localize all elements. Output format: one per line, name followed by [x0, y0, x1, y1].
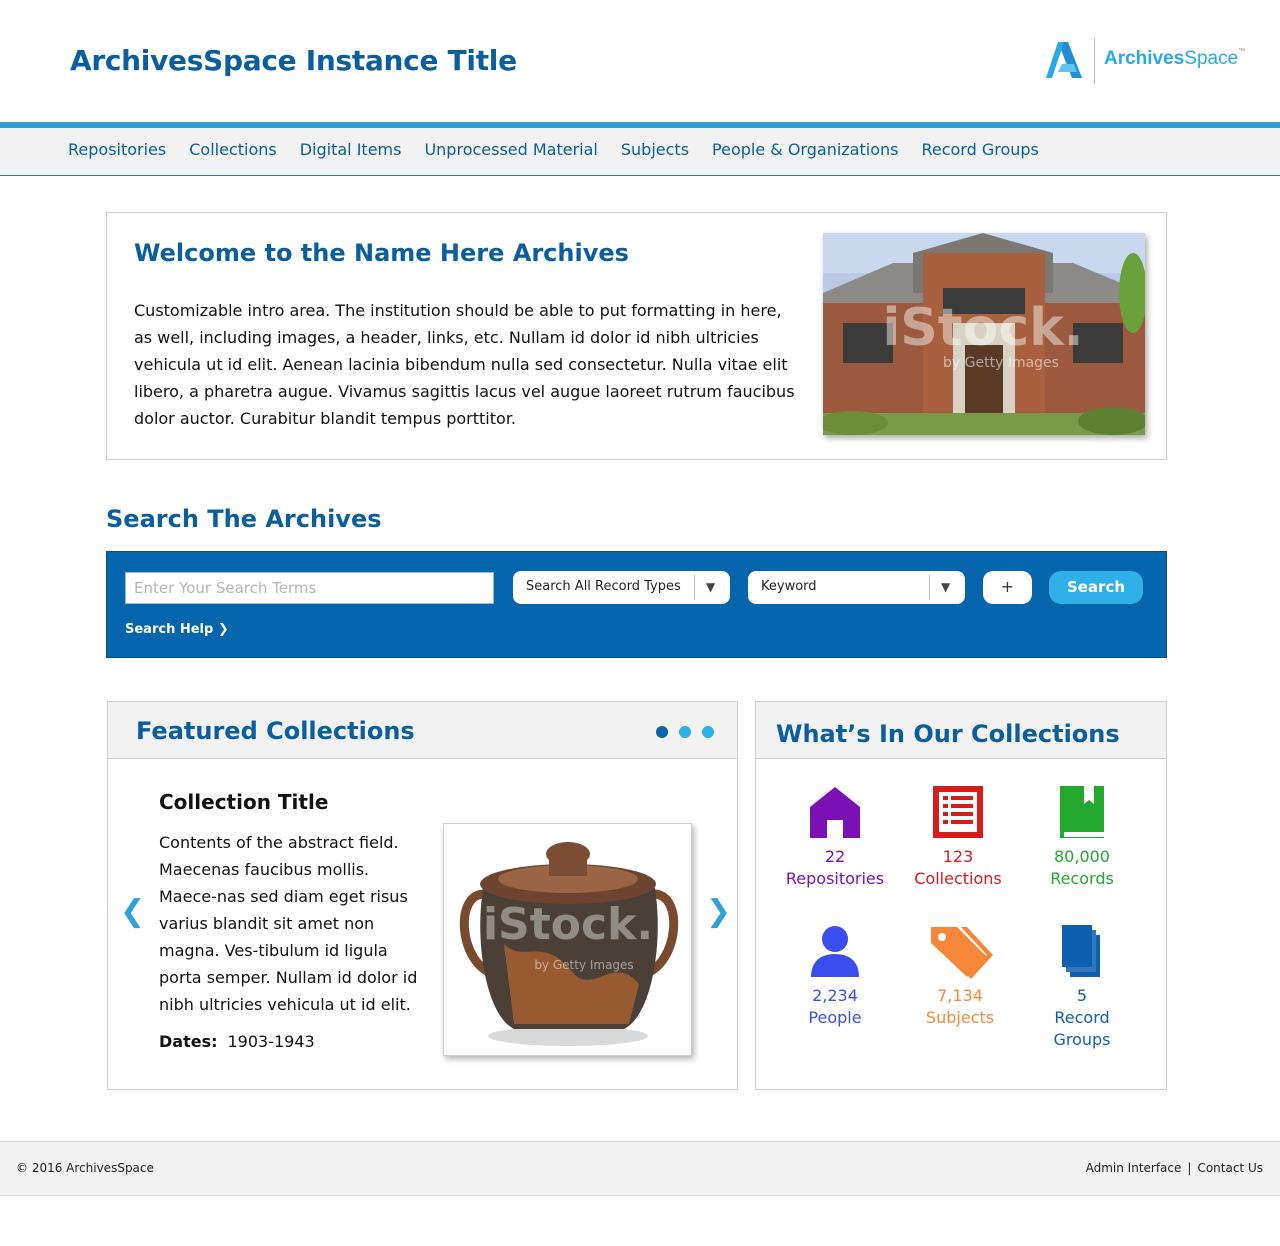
record-type-select[interactable]: Search All Record Types ▼	[513, 571, 730, 604]
archivesspace-logo-mark-icon	[1046, 42, 1082, 78]
dates-value: 1903-1943	[227, 1032, 315, 1051]
stacked-pages-icon	[1062, 925, 1100, 977]
archivesspace-logo[interactable]: ArchivesSpace™	[1044, 38, 1246, 84]
copyright: © 2016 ArchivesSpace	[16, 1161, 154, 1175]
site-footer: © 2016 ArchivesSpace Admin Interface | Con…	[0, 1141, 1280, 1196]
select-divider	[694, 575, 695, 600]
search-field-select[interactable]: Keyword ▼	[748, 571, 965, 604]
search-button[interactable]: Search	[1049, 571, 1143, 604]
stat-label: Subjects	[925, 1008, 995, 1027]
chevron-down-icon: ▼	[706, 580, 716, 594]
footer-separator: |	[1187, 1161, 1192, 1175]
search-panel: Search All Record Types ▼ Keyword ▼ + Se…	[106, 551, 1167, 658]
image-watermark-sub: by Getty Images	[534, 958, 633, 972]
nav-item-subjects[interactable]: Subjects	[621, 140, 689, 159]
featured-collections-title: Featured Collections	[136, 717, 415, 745]
add-search-row-button[interactable]: +	[983, 571, 1032, 604]
collection-stats-title: What’s In Our Collections	[776, 720, 1120, 748]
nav-item-people-organizations[interactable]: People & Organizations	[712, 140, 898, 159]
tags-icon	[931, 927, 993, 979]
image-watermark-sub: by Getty Images	[943, 355, 1059, 371]
main-nav: Repositories Collections Digital Items U…	[0, 128, 1280, 176]
nav-item-unprocessed-material[interactable]: Unprocessed Material	[424, 140, 597, 159]
stat-count: 22	[824, 847, 846, 866]
person-icon	[811, 926, 859, 977]
site-header: ArchivesSpace Instance Title ArchivesSpa…	[0, 0, 1280, 122]
collection-stats-header: What’s In Our Collections	[756, 702, 1166, 759]
stat-repositories[interactable]: 22 Repositories	[765, 784, 905, 890]
pottery-jar-image: iStock. by Getty Images	[444, 824, 691, 1055]
search-field-select-value: Keyword	[761, 579, 817, 594]
footer-links: Admin Interface | Contact Us	[1086, 1161, 1263, 1175]
featured-collections-panel: Featured Collections ❮ Collection Title …	[107, 701, 738, 1090]
nav-item-collections[interactable]: Collections	[189, 140, 276, 159]
stat-records[interactable]: 80,000 Records	[1012, 784, 1152, 890]
stat-subjects[interactable]: 7,134 Subjects	[890, 923, 1030, 1029]
logo-divider	[1094, 38, 1095, 84]
admin-interface-link[interactable]: Admin Interface	[1086, 1161, 1182, 1175]
search-section-title: Search The Archives	[106, 505, 382, 533]
list-document-icon	[933, 786, 983, 838]
stat-count: 80,000	[1054, 847, 1110, 866]
search-help-link[interactable]: Search Help ❯	[125, 622, 229, 637]
carousel-dot[interactable]	[656, 726, 668, 738]
stat-count: 7,134	[937, 986, 983, 1005]
stat-count: 5	[1076, 986, 1088, 1005]
house-icon	[810, 787, 860, 838]
carousel-dots	[656, 726, 714, 738]
collection-dates: Dates: 1903-1943	[159, 1032, 315, 1051]
collection-title[interactable]: Collection Title	[159, 790, 328, 814]
library-building-image: iStock. by Getty Images	[823, 233, 1145, 435]
featured-collections-header: Featured Collections	[108, 702, 737, 759]
dates-label: Dates:	[159, 1032, 218, 1051]
stat-label: Record Groups	[1053, 1008, 1111, 1049]
collection-image: iStock. by Getty Images	[443, 823, 692, 1056]
collection-abstract: Contents of the abstract field. Maecenas…	[159, 833, 418, 1014]
chevron-down-icon: ▼	[941, 580, 951, 594]
select-divider	[929, 575, 930, 600]
carousel-dot[interactable]	[702, 726, 714, 738]
stat-record-groups[interactable]: 5 Record Groups	[1012, 923, 1152, 1051]
book-icon	[1060, 786, 1104, 838]
nav-item-repositories[interactable]: Repositories	[68, 140, 166, 159]
carousel-next-arrow-icon[interactable]: ❯	[706, 894, 731, 929]
contact-us-link[interactable]: Contact Us	[1197, 1161, 1263, 1175]
welcome-panel: Welcome to the Name Here Archives Custom…	[106, 212, 1167, 460]
image-watermark: iStock.	[483, 899, 653, 950]
stat-collections[interactable]: 123 Collections	[888, 784, 1028, 890]
nav-item-record-groups[interactable]: Record Groups	[921, 140, 1038, 159]
logo-wordmark: ArchivesSpace™	[1104, 48, 1246, 69]
stat-count: 123	[942, 847, 974, 866]
site-title[interactable]: ArchivesSpace Instance Title	[70, 44, 517, 77]
collection-stats-panel: What’s In Our Collections 22 Repositorie…	[755, 701, 1167, 1090]
welcome-intro-text: Customizable intro area. The institution…	[134, 301, 795, 428]
image-watermark: iStock.	[882, 298, 1083, 358]
carousel-prev-arrow-icon[interactable]: ❮	[120, 894, 145, 929]
nav-item-digital-items[interactable]: Digital Items	[300, 140, 402, 159]
nav-list: Repositories Collections Digital Items U…	[68, 140, 1062, 159]
welcome-title: Welcome to the Name Here Archives	[134, 239, 629, 267]
stat-people[interactable]: 2,234 People	[765, 923, 905, 1029]
record-type-select-value: Search All Record Types	[526, 579, 681, 594]
stat-label: Collections	[914, 869, 1002, 888]
stat-label: People	[808, 1008, 862, 1027]
library-building-photo: iStock. by Getty Images	[823, 233, 1145, 435]
stat-count: 2,234	[812, 986, 858, 1005]
carousel-dot[interactable]	[679, 726, 691, 738]
search-input[interactable]	[125, 572, 494, 604]
stat-label: Repositories	[785, 869, 885, 888]
stat-label: Records	[1050, 869, 1114, 888]
